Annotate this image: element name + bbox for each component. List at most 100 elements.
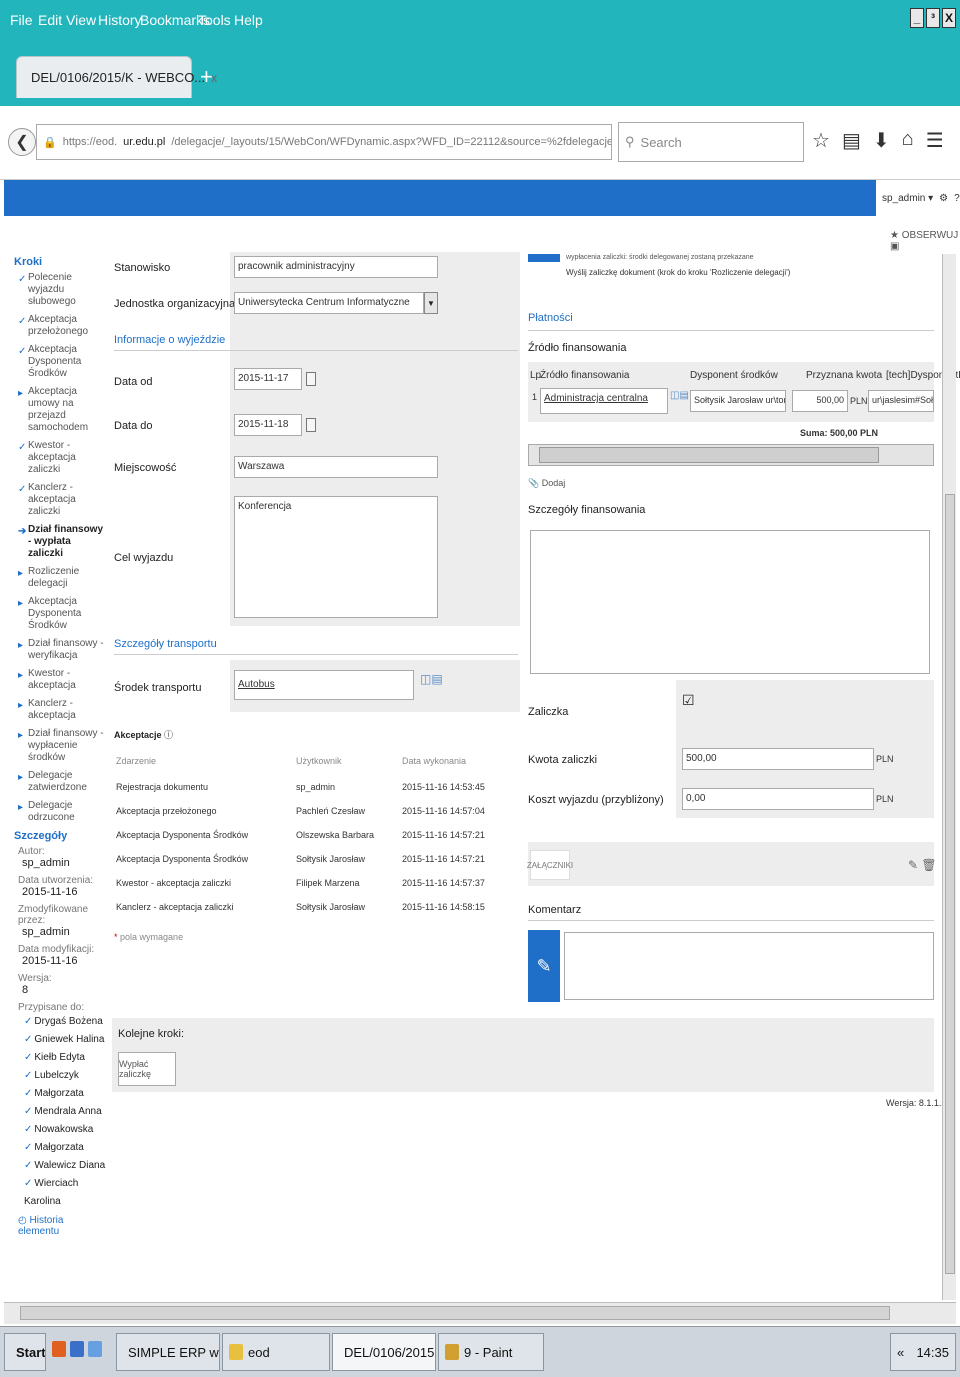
comment-textarea[interactable] <box>564 932 934 1000</box>
horizontal-scrollbar[interactable] <box>528 444 934 466</box>
menu-view[interactable]: View <box>66 12 96 28</box>
scroll-thumb[interactable] <box>539 447 879 463</box>
scroll-thumb[interactable] <box>20 1306 890 1320</box>
gear-icon[interactable]: ⚙ <box>939 193 948 204</box>
source-field[interactable]: Administracja centralna <box>540 388 668 414</box>
taskbar-item-label: SIMPLE ERP wers... <box>128 1344 219 1360</box>
follow-icon: ★ <box>890 230 899 241</box>
tray-expand-icon[interactable]: « <box>897 1345 904 1360</box>
step-item[interactable]: ▸ Dział finansowy - wypłacenie środków <box>4 728 106 764</box>
step-label: Dział finansowy - wypłacenie środków <box>28 728 104 763</box>
ie-icon[interactable] <box>88 1341 102 1357</box>
step-item[interactable]: ▸ Dział finansowy - weryfikacja <box>4 638 106 662</box>
address-bar[interactable]: 🔒 https://eod. ur.edu.pl/delegacje/_layou… <box>36 124 612 160</box>
new-tab-icon[interactable]: + <box>200 64 213 90</box>
step-label: Akceptacja przełożonego <box>28 314 89 337</box>
taskbar-item-browser[interactable]: DEL/0106/2015... <box>332 1333 436 1371</box>
start-button[interactable]: Start <box>4 1333 46 1371</box>
menu-help[interactable]: Help <box>234 12 263 28</box>
step-status-icon: ➔ <box>18 526 27 537</box>
assigned-list: ✓ Drygaś Bożena ✓ Gniewek Halina ✓ Kiełb Edyt… <box>4 1013 106 1211</box>
search-box[interactable]: ⚲ Search <box>618 122 804 162</box>
step-item[interactable]: ✓ Akceptacja Dysponenta Środków <box>4 344 106 380</box>
back-arrow-icon[interactable]: ❮ <box>8 128 36 156</box>
scroll-thumb[interactable] <box>945 494 955 1274</box>
cost-label: Koszt wyjazdu (przybliżony) <box>528 794 664 806</box>
step-item[interactable]: ▸ Akceptacja umowy na przejazd samochodem <box>4 386 106 434</box>
step-item[interactable]: ✓ Akceptacja przełożonego <box>4 314 106 338</box>
history-link[interactable]: ◴ Historia elementu <box>18 1215 106 1237</box>
lookup-icon[interactable]: ◫▤ <box>670 390 689 401</box>
advance-amount-field[interactable]: 500,00 <box>682 748 874 770</box>
taskbar-item-erp[interactable]: SIMPLE ERP wers... <box>116 1333 220 1371</box>
tech-field[interactable]: ur\jaslesim#Sołtysik Ja <box>868 390 934 412</box>
attachments-panel <box>528 842 934 886</box>
bottom-scrollbar[interactable] <box>4 1302 956 1324</box>
position-label: Stanowisko <box>114 262 171 274</box>
calendar-icon[interactable] <box>306 372 316 386</box>
home-icon[interactable]: ⌂ <box>902 128 914 153</box>
step-item[interactable]: ✓ Kanclerz - akceptacja zaliczki <box>4 482 106 518</box>
step-item[interactable]: ▸ Delegacje odrzucone <box>4 800 106 824</box>
step-item[interactable]: ▸ Rozliczenie delegacji <box>4 566 106 590</box>
step-item[interactable]: ▸ Delegacje zatwierdzone <box>4 770 106 794</box>
position-field[interactable]: pracownik administracyjny <box>234 256 438 278</box>
date-to-field[interactable]: 2015-11-18 <box>234 414 302 436</box>
unit-select[interactable]: Uniwersytecka Centrum Informatyczne <box>234 292 424 314</box>
check-icon: ✓ <box>24 1088 33 1099</box>
assigned-user-name: Kiełb Edyta <box>34 1052 85 1063</box>
place-field[interactable]: Warszawa <box>234 456 438 478</box>
step-item[interactable]: ▸ Kanclerz - akceptacja <box>4 698 106 722</box>
hamburger-menu-icon[interactable]: ☰ <box>926 128 944 153</box>
step-status-icon: ✓ <box>18 316 27 327</box>
bookmark-star-icon[interactable]: ☆ <box>812 128 830 153</box>
assigned-user: ✓ Gniewek Halina <box>24 1031 106 1049</box>
menu-history[interactable]: History <box>98 12 142 28</box>
close-window-button[interactable]: X <box>942 8 956 28</box>
download-icon[interactable]: ⬇ <box>873 128 890 153</box>
divider <box>114 654 518 655</box>
purpose-textarea[interactable]: Konferencja <box>234 496 438 618</box>
payments-title: Płatności <box>528 312 573 324</box>
search-icon: ⚲ <box>625 134 635 149</box>
follow-link[interactable]: ★ OBSERWUJ ▣ <box>890 230 960 252</box>
explorer-icon[interactable] <box>70 1341 84 1357</box>
cost-field[interactable]: 0,00 <box>682 788 874 810</box>
fin-details-textarea[interactable] <box>530 530 930 674</box>
attachment-actions-icon[interactable]: ✎ 🗑 <box>908 858 937 872</box>
amount-field[interactable]: 500,00 <box>792 390 848 412</box>
menu-edit[interactable]: Edit <box>38 12 62 28</box>
vertical-scrollbar[interactable] <box>942 254 956 1300</box>
col-source: Źródło finansowania <box>540 370 630 381</box>
step-item[interactable]: ➔ Dział finansowy - wypłata zaliczki <box>4 524 106 560</box>
chevron-down-icon[interactable]: ▼ <box>424 292 438 314</box>
reading-list-icon[interactable]: ▤ <box>842 128 861 153</box>
attachment-add-link[interactable]: 📎 Dodaj <box>528 478 565 489</box>
taskbar-item-eod[interactable]: eod <box>222 1333 330 1371</box>
disponent-field[interactable]: Sołtysik Jarosław ur\tomkodres <box>690 390 786 412</box>
date-from-field[interactable]: 2015-11-17 <box>234 368 302 390</box>
taskbar-item-paint[interactable]: 9 - Paint <box>438 1333 544 1371</box>
menu-file[interactable]: File <box>10 12 33 28</box>
step-status-icon: ▸ <box>18 700 24 711</box>
advance-checkbox[interactable]: ☑ <box>682 692 695 709</box>
pay-advance-button[interactable]: Wypłać zaliczkę <box>118 1052 176 1086</box>
browser-tab[interactable]: DEL/0106/2015/K - WEBCO... x <box>16 56 217 98</box>
restore-button[interactable]: ³ <box>926 8 940 28</box>
help-icon[interactable]: ? <box>954 193 960 204</box>
calendar-icon[interactable] <box>306 418 316 432</box>
step-status-icon: ▸ <box>18 730 24 741</box>
firefox-icon[interactable] <box>52 1341 66 1357</box>
user-menu[interactable]: sp_admin ▾ <box>882 193 933 204</box>
step-status-icon: ▸ <box>18 598 24 609</box>
step-item[interactable]: ✓ Polecenie wyjazdu słubowego <box>4 272 106 308</box>
step-item[interactable]: ▸ Kwestor - akceptacja <box>4 668 106 692</box>
lookup-icon[interactable]: ◫▤ <box>420 672 443 686</box>
transport-field[interactable]: Autobus <box>234 670 414 700</box>
step-item[interactable]: ▸ Akceptacja Dysponenta Środków <box>4 596 106 632</box>
focus-icon[interactable]: ▣ <box>890 241 899 252</box>
minimize-button[interactable]: _ <box>910 8 924 28</box>
menu-tools[interactable]: Tools <box>198 12 231 28</box>
step-item[interactable]: ✓ Kwestor - akceptacja zaliczki <box>4 440 106 476</box>
attachments-tab[interactable]: ZAŁĄCZNIKI <box>527 850 573 880</box>
